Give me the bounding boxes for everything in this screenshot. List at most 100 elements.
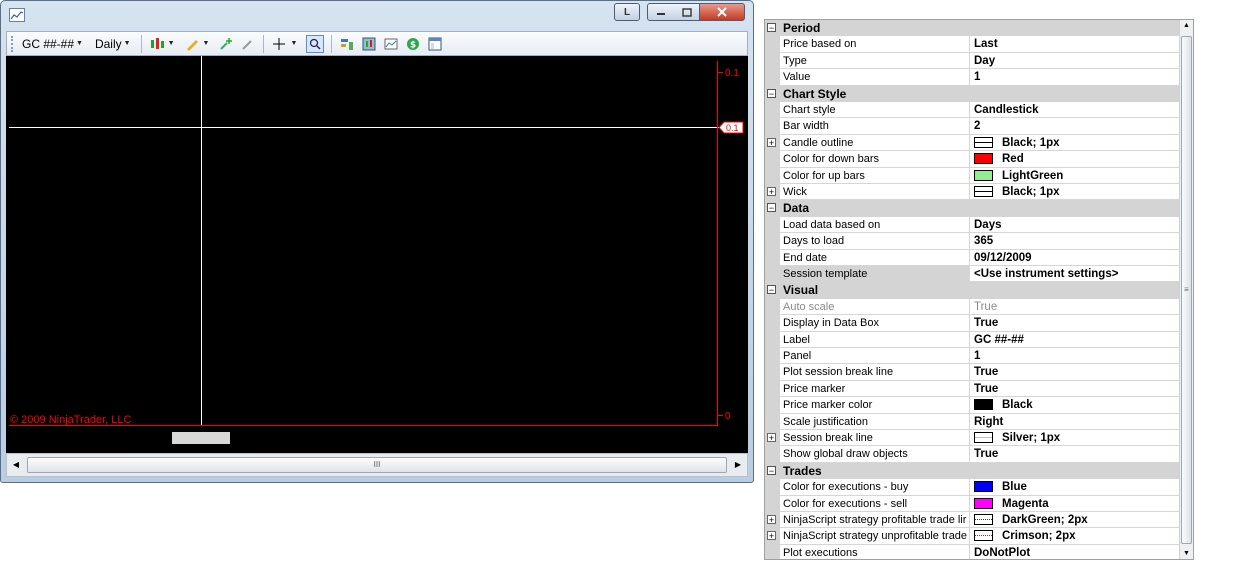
property-row[interactable]: + Candle outline Black; 1px [765, 134, 1180, 152]
chevron-down-icon[interactable]: ▼ [76, 40, 83, 47]
property-row[interactable]: + NinjaScript strategy unprofitable trade… [765, 528, 1180, 545]
scrollbar-thumb[interactable]: ≡ [1181, 36, 1192, 544]
property-row[interactable]: Days to load 365 [765, 233, 1180, 250]
property-row[interactable]: Label GC ##-## [765, 331, 1180, 348]
chevron-down-icon[interactable]: ▼ [168, 40, 175, 47]
property-row[interactable]: + NinjaScript strategy profitable trade l… [765, 512, 1180, 529]
property-row[interactable]: Price based on Last [765, 36, 1180, 53]
category-header[interactable]: − Trades [765, 462, 1180, 480]
pencil-icon[interactable] [184, 36, 200, 52]
property-row[interactable]: Bar width 2 [765, 118, 1180, 135]
zoom-icon[interactable] [306, 34, 325, 53]
add-indicator-icon[interactable] [218, 36, 234, 52]
property-value[interactable]: <Use instrument settings> [970, 266, 1180, 283]
expand-icon[interactable]: + [767, 531, 776, 541]
minimize-button[interactable] [647, 3, 674, 21]
property-row[interactable]: Panel 1 [765, 348, 1180, 365]
expand-icon[interactable]: + [767, 433, 776, 443]
property-value[interactable]: Red [970, 151, 1180, 168]
property-value[interactable]: DoNotPlot [970, 545, 1180, 559]
property-value[interactable]: Black [970, 397, 1180, 414]
indicators-icon[interactable] [339, 36, 355, 52]
property-value[interactable]: Silver; 1px [970, 430, 1180, 447]
property-value[interactable]: Black; 1px [970, 184, 1180, 201]
category-header[interactable]: − Data [765, 200, 1180, 217]
property-row[interactable]: Type Day [765, 52, 1180, 70]
property-value[interactable]: 2 [970, 118, 1180, 135]
maximize-button[interactable] [673, 3, 700, 21]
property-row[interactable]: Plot session break line True [765, 364, 1180, 381]
dollar-icon[interactable]: $ [405, 36, 421, 52]
property-row[interactable]: Auto scale True [765, 298, 1180, 316]
category-header[interactable]: − Visual [765, 282, 1180, 299]
property-value[interactable]: 1 [970, 69, 1180, 86]
time-scroll-marker[interactable] [172, 432, 230, 444]
property-row[interactable]: End date 09/12/2009 [765, 249, 1180, 266]
property-row[interactable]: Chart style Candlestick [765, 102, 1180, 119]
property-value[interactable]: True [970, 381, 1180, 398]
property-value[interactable]: True [970, 299, 1180, 316]
property-row[interactable]: Color for up bars LightGreen [765, 167, 1180, 184]
property-row[interactable]: Load data based on Days [765, 216, 1180, 234]
property-row[interactable]: Value 1 [765, 69, 1180, 86]
property-value[interactable]: Crimson; 2px [970, 528, 1180, 545]
data-box-icon[interactable] [427, 36, 443, 52]
scrollbar-thumb[interactable]: III [27, 457, 727, 473]
property-value[interactable]: Black; 1px [970, 135, 1180, 152]
property-row[interactable]: Session template <Use instrument settings… [765, 266, 1180, 283]
property-value[interactable]: True [970, 364, 1180, 381]
property-value[interactable]: Right [970, 414, 1180, 430]
instrument-selector[interactable]: GC ##-## [22, 37, 74, 51]
property-value[interactable]: 1 [970, 348, 1180, 365]
horizontal-scrollbar[interactable]: ◀ III ▶ [6, 453, 748, 477]
close-button[interactable] [699, 3, 745, 21]
remove-indicator-icon[interactable] [240, 36, 256, 52]
property-row[interactable]: Color for executions - sell Magenta [765, 495, 1180, 512]
link-button[interactable]: L [614, 3, 640, 21]
collapse-icon[interactable]: − [767, 203, 776, 213]
property-value[interactable]: Blue [970, 479, 1180, 496]
property-row[interactable]: Plot executions DoNotPlot [765, 544, 1180, 559]
scroll-down-icon[interactable]: ▼ [1180, 550, 1193, 557]
property-row[interactable]: + Wick Black; 1px [765, 184, 1180, 201]
collapse-icon[interactable]: − [767, 23, 776, 33]
property-value[interactable]: Days [970, 217, 1180, 234]
property-value[interactable]: Day [970, 53, 1180, 70]
property-row[interactable]: Color for executions - buy Blue [765, 479, 1180, 496]
property-value[interactable]: Last [970, 36, 1180, 53]
scroll-right-icon[interactable]: ▶ [731, 458, 745, 472]
expand-icon[interactable]: + [767, 187, 776, 197]
property-value[interactable]: GC ##-## [970, 332, 1180, 348]
property-value[interactable]: DarkGreen; 2px [970, 512, 1180, 529]
toolbar-grip[interactable] [11, 35, 16, 52]
collapse-icon[interactable]: − [767, 465, 776, 475]
chart-image-icon[interactable] [383, 36, 399, 52]
property-row[interactable]: Price marker color Black [765, 397, 1180, 414]
scroll-left-icon[interactable]: ◀ [9, 458, 23, 472]
interval-selector[interactable]: Daily [95, 37, 122, 51]
expand-icon[interactable]: + [767, 515, 776, 525]
strategies-icon[interactable] [361, 36, 377, 52]
property-value[interactable]: True [970, 446, 1180, 463]
chevron-down-icon[interactable]: ▼ [290, 40, 297, 47]
property-row[interactable]: + Session break line Silver; 1px [765, 430, 1180, 447]
vertical-scrollbar[interactable]: ▲ ≡ ▼ [1179, 20, 1193, 559]
category-header[interactable]: − Period [765, 20, 1180, 37]
category-header[interactable]: − Chart Style [765, 85, 1180, 102]
property-row[interactable]: Scale justification Right [765, 413, 1180, 430]
chevron-down-icon[interactable]: ▼ [203, 40, 210, 47]
property-value[interactable]: Magenta [970, 496, 1180, 512]
property-row[interactable]: Price marker True [765, 380, 1180, 398]
property-row[interactable]: Color for down bars Red [765, 151, 1180, 168]
property-row[interactable]: Show global draw objects True [765, 446, 1180, 463]
property-value[interactable]: LightGreen [970, 168, 1180, 184]
expand-icon[interactable]: + [767, 137, 776, 147]
property-value[interactable]: 365 [970, 233, 1180, 250]
collapse-icon[interactable]: − [767, 88, 776, 98]
chevron-down-icon[interactable]: ▼ [124, 40, 131, 47]
crosshair-icon[interactable] [271, 36, 287, 52]
scroll-up-icon[interactable]: ▲ [1180, 22, 1193, 29]
property-value[interactable]: 09/12/2009 [970, 250, 1180, 266]
property-value[interactable]: Candlestick [970, 102, 1180, 119]
chart-panel[interactable]: 0.1 0 0.1 © 2009 NinjaTrader, LLC [6, 56, 748, 453]
